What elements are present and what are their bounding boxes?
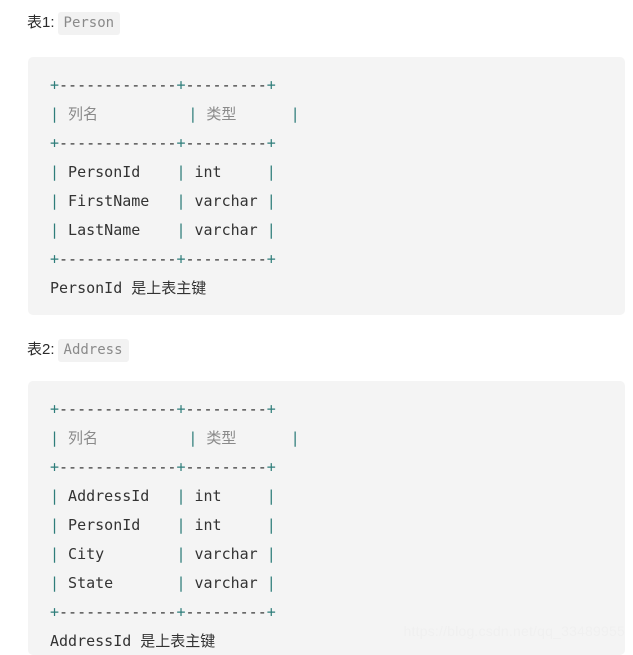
- section-heading-label-2: 表2:: [27, 341, 55, 358]
- code-line: +-------------+---------+: [50, 71, 625, 100]
- code-block-address: +-------------+---------+ | 列名 | 类型 | +---…: [28, 381, 625, 655]
- ascii-border-top-2: +-------------+---------+: [50, 400, 276, 418]
- ascii-header-row-1: | 列名 | 类型 |: [50, 105, 300, 123]
- code-line: | AddressId | int |: [50, 482, 625, 511]
- code-line: | 列名 | 类型 |: [50, 424, 625, 453]
- ascii-data-row: | City | varchar |: [50, 545, 276, 563]
- code-line: | PersonId | int |: [50, 511, 625, 540]
- code-line: | PersonId | int |: [50, 158, 625, 187]
- ascii-data-row: | LastName | varchar |: [50, 221, 276, 239]
- code-line: +-------------+---------+: [50, 453, 625, 482]
- code-line: | State | varchar |: [50, 569, 625, 598]
- code-line: | 列名 | 类型 |: [50, 100, 625, 129]
- code-line: | City | varchar |: [50, 540, 625, 569]
- code-block-person-content: +-------------+---------+ | 列名 | 类型 | +---…: [28, 71, 625, 303]
- ascii-data-row: | State | varchar |: [50, 574, 276, 592]
- section-heading-code-1: Person: [57, 12, 121, 35]
- ascii-border-top-1: +-------------+---------+: [50, 76, 276, 94]
- code-line: +-------------+---------+: [50, 245, 625, 274]
- section-heading-person: 表1: Person: [27, 12, 121, 35]
- code-line: +-------------+---------+: [50, 129, 625, 158]
- code-line: PersonId 是上表主键: [50, 274, 625, 303]
- ascii-header-row-2: | 列名 | 类型 |: [50, 429, 300, 447]
- code-line: | FirstName | varchar |: [50, 187, 625, 216]
- ascii-border-bottom-1: +-------------+---------+: [50, 250, 276, 268]
- section-heading-code-2: Address: [57, 339, 129, 362]
- primary-key-note-2: AddressId 是上表主键: [50, 632, 216, 650]
- section-heading-address: 表2: Address: [27, 339, 129, 362]
- ascii-data-row: | FirstName | varchar |: [50, 192, 276, 210]
- ascii-data-row: | PersonId | int |: [50, 516, 276, 534]
- ascii-data-row: | PersonId | int |: [50, 163, 276, 181]
- ascii-data-row: | AddressId | int |: [50, 487, 276, 505]
- code-block-address-content: +-------------+---------+ | 列名 | 类型 | +---…: [28, 395, 625, 655]
- code-block-person: +-------------+---------+ | 列名 | 类型 | +---…: [28, 57, 625, 315]
- ascii-border-mid-1: +-------------+---------+: [50, 134, 276, 152]
- primary-key-note-1: PersonId 是上表主键: [50, 279, 207, 297]
- code-line: +-------------+---------+: [50, 395, 625, 424]
- section-heading-label-1: 表1:: [27, 14, 55, 31]
- ascii-border-bottom-2: +-------------+---------+: [50, 603, 276, 621]
- watermark: https://blog.csdn.net/qq_33489955: [403, 623, 625, 639]
- code-line: | LastName | varchar |: [50, 216, 625, 245]
- ascii-border-mid-2: +-------------+---------+: [50, 458, 276, 476]
- page-root: 表1: Person +-------------+---------+ | 列名 …: [0, 0, 633, 655]
